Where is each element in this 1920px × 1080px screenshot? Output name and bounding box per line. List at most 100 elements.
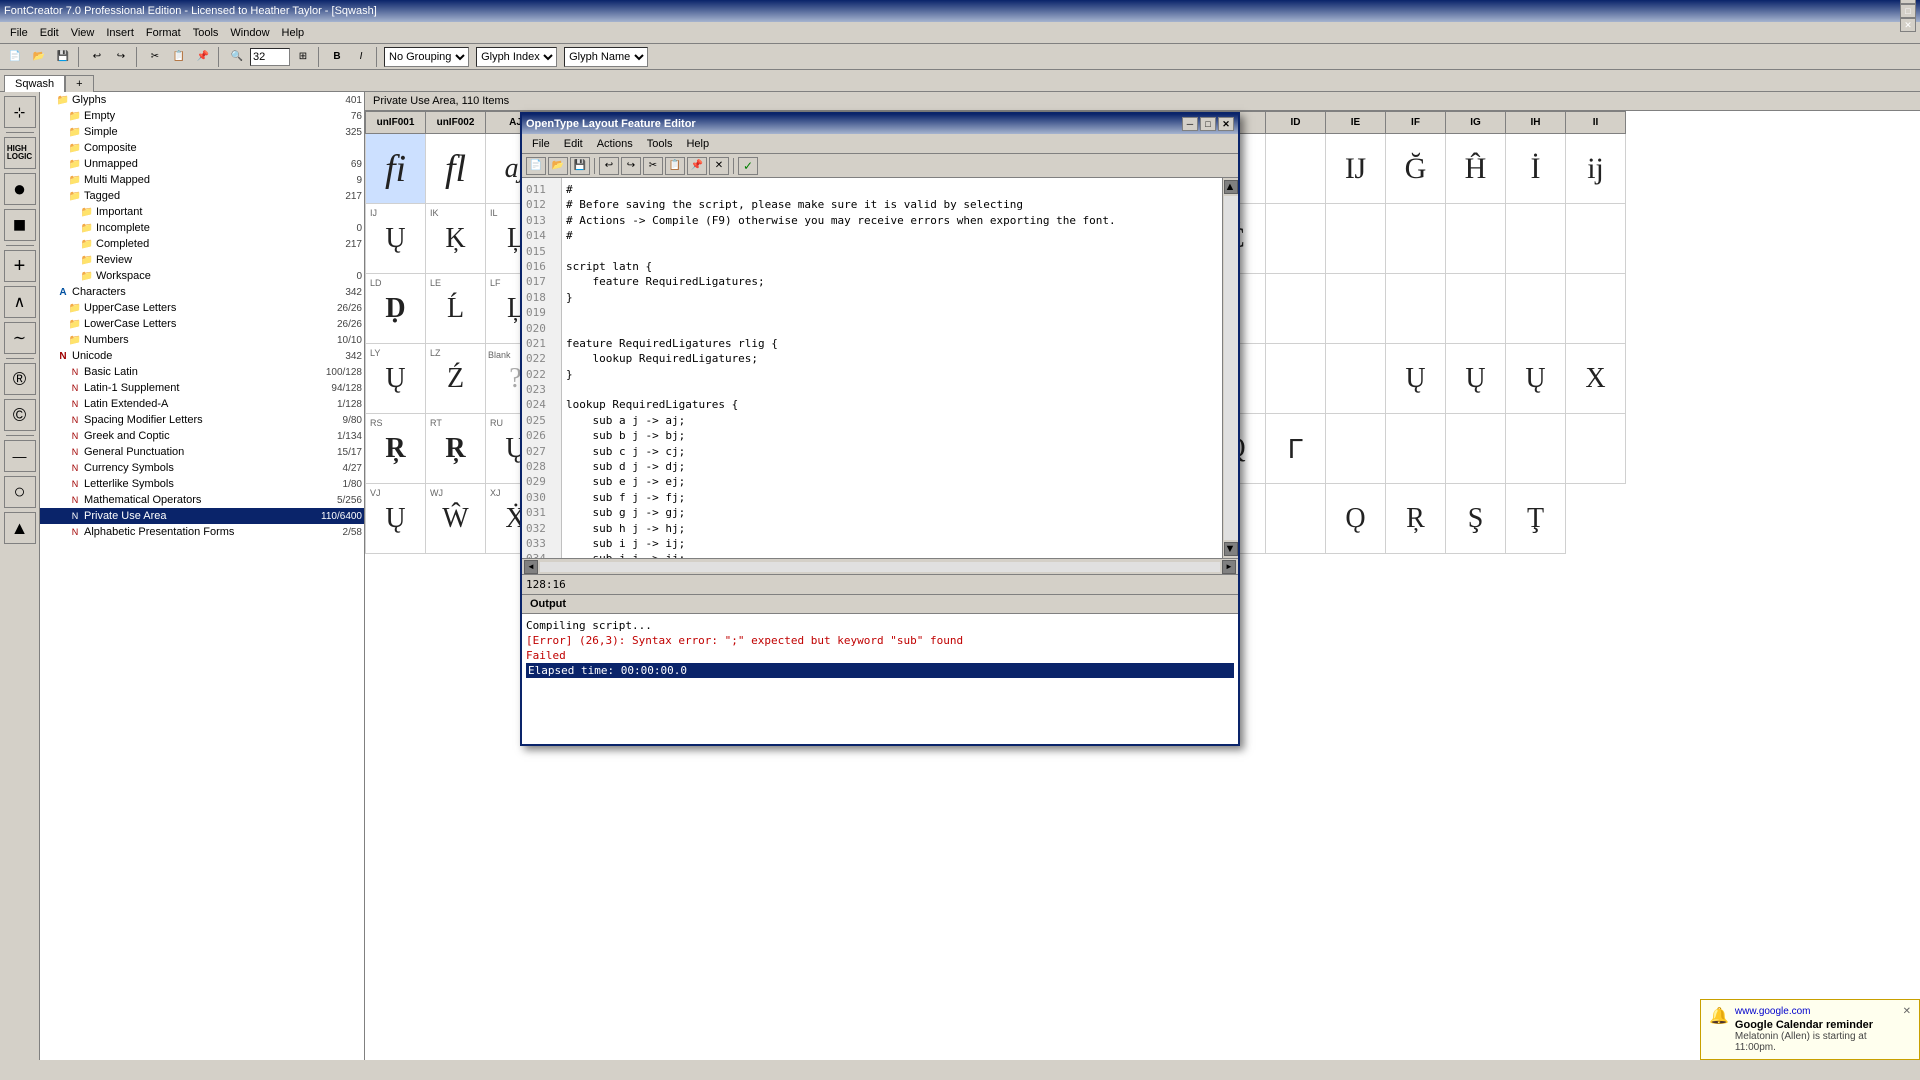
display-select[interactable]: Glyph Name bbox=[564, 47, 648, 67]
cell-II-r1[interactable]: ĳ bbox=[1566, 134, 1626, 204]
sidebar-item-characters[interactable]: A Characters 342 bbox=[40, 284, 364, 300]
cell-IG-r3[interactable] bbox=[1446, 274, 1506, 344]
grid-button[interactable]: ⊞ bbox=[292, 46, 314, 68]
italic-button[interactable]: I bbox=[350, 46, 372, 68]
sidebar-item-general-punct[interactable]: N General Punctuation 15/17 bbox=[40, 444, 364, 460]
cell-IG-r4[interactable]: Ų bbox=[1446, 344, 1506, 414]
cell-IG-r1[interactable]: Ĥ bbox=[1446, 134, 1506, 204]
ot-menu-help[interactable]: Help bbox=[680, 136, 715, 152]
open-button[interactable]: 📂 bbox=[28, 46, 50, 68]
sidebar-item-currency[interactable]: N Currency Symbols 4/27 bbox=[40, 460, 364, 476]
cell-LD[interactable]: LD Ḍ bbox=[366, 274, 426, 344]
ot-menu-actions[interactable]: Actions bbox=[591, 136, 639, 152]
ot-cut-btn[interactable]: ✂ bbox=[643, 157, 663, 175]
tool-square[interactable]: ■ bbox=[4, 209, 36, 241]
cell-II-r3[interactable] bbox=[1566, 274, 1626, 344]
cell-IF-r5[interactable] bbox=[1386, 414, 1446, 484]
tool-high[interactable]: HIGHLOGIC bbox=[4, 137, 36, 169]
ot-paste-btn[interactable]: 📌 bbox=[687, 157, 707, 175]
cell-II-r4[interactable]: X bbox=[1566, 344, 1626, 414]
cell-ID-r3[interactable] bbox=[1266, 274, 1326, 344]
cell-IE-r3[interactable] bbox=[1326, 274, 1386, 344]
tool-select[interactable]: ⊹ bbox=[4, 96, 36, 128]
sidebar-item-workspace[interactable]: 📁 Workspace 0 bbox=[40, 268, 364, 284]
ot-new-btn[interactable]: 📄 bbox=[526, 157, 546, 175]
redo-button[interactable]: ↪ bbox=[110, 46, 132, 68]
sidebar-item-spacing-modifier[interactable]: N Spacing Modifier Letters 9/80 bbox=[40, 412, 364, 428]
menu-view[interactable]: View bbox=[65, 25, 101, 41]
sidebar-item-uppercase[interactable]: 📁 UpperCase Letters 26/26 bbox=[40, 300, 364, 316]
cell-IE-r1[interactable]: Ĳ bbox=[1326, 134, 1386, 204]
zoom-in-button[interactable]: 🔍 bbox=[226, 46, 248, 68]
menu-help[interactable]: Help bbox=[276, 25, 311, 41]
tool-plus[interactable]: + bbox=[4, 250, 36, 282]
copy-button[interactable]: 📋 bbox=[168, 46, 190, 68]
sidebar-item-completed[interactable]: 📁 Completed 217 bbox=[40, 236, 364, 252]
menu-insert[interactable]: Insert bbox=[100, 25, 140, 41]
sidebar-item-greek[interactable]: N Greek and Coptic 1/134 bbox=[40, 428, 364, 444]
ot-save-btn[interactable]: 💾 bbox=[570, 157, 590, 175]
sidebar-item-multimapped[interactable]: 📁 Multi Mapped 9 bbox=[40, 172, 364, 188]
cell-IF-r2[interactable] bbox=[1386, 204, 1446, 274]
sidebar-item-empty[interactable]: 📁 Empty 76 bbox=[40, 108, 364, 124]
cell-RS[interactable]: RS Ŗ bbox=[366, 414, 426, 484]
sidebar-item-unmapped[interactable]: 📁 Unmapped 69 bbox=[40, 156, 364, 172]
ot-menu-file[interactable]: File bbox=[526, 136, 556, 152]
ot-menu-edit[interactable]: Edit bbox=[558, 136, 589, 152]
cell-II-r2[interactable] bbox=[1566, 204, 1626, 274]
cell-IK-r2[interactable]: IK Ķ bbox=[426, 204, 486, 274]
menu-window[interactable]: Window bbox=[224, 25, 275, 41]
sidebar-item-simple[interactable]: 📁 Simple 325 bbox=[40, 124, 364, 140]
bold-button[interactable]: B bbox=[326, 46, 348, 68]
cut-button[interactable]: ✂ bbox=[144, 46, 166, 68]
cell-IG-r2[interactable] bbox=[1446, 204, 1506, 274]
ot-undo-btn[interactable]: ↩ bbox=[599, 157, 619, 175]
cell-uniF001[interactable]: fi bbox=[366, 134, 426, 204]
sidebar-item-tagged[interactable]: 📁 Tagged 217 bbox=[40, 188, 364, 204]
sidebar-item-numbers[interactable]: 📁 Numbers 10/10 bbox=[40, 332, 364, 348]
ot-code-editor[interactable]: # # Before saving the script, please mak… bbox=[562, 178, 1222, 558]
ot-delete-btn[interactable]: ✕ bbox=[709, 157, 729, 175]
cell-VJ[interactable]: VJ Ų bbox=[366, 484, 426, 554]
font-size-input[interactable]: 32 bbox=[250, 48, 290, 66]
sidebar-item-latin1-supplement[interactable]: N Latin-1 Supplement 94/128 bbox=[40, 380, 364, 396]
notif-close-button[interactable]: ✕ bbox=[1903, 1006, 1911, 1017]
cell-IJ-r2[interactable]: IJ Ų bbox=[366, 204, 426, 274]
cell-ID-r4[interactable] bbox=[1266, 344, 1326, 414]
paste-button[interactable]: 📌 bbox=[192, 46, 214, 68]
tab-sqwash[interactable]: Sqwash bbox=[4, 75, 65, 92]
cell-LY[interactable]: LY Ų bbox=[366, 344, 426, 414]
menu-format[interactable]: Format bbox=[140, 25, 187, 41]
sidebar-item-lowercase[interactable]: 📁 LowerCase Letters 26/26 bbox=[40, 316, 364, 332]
sidebar-item-review[interactable]: 📁 Review bbox=[40, 252, 364, 268]
ot-maximize-button[interactable]: □ bbox=[1200, 117, 1216, 131]
tool-dash[interactable]: — bbox=[4, 440, 36, 472]
tool-circle-c[interactable]: © bbox=[4, 399, 36, 431]
tool-tilde[interactable]: ∼ bbox=[4, 322, 36, 354]
maximize-button[interactable]: □ bbox=[1900, 4, 1916, 18]
cell-IG-r5[interactable] bbox=[1446, 414, 1506, 484]
sidebar-item-important[interactable]: 📁 Important bbox=[40, 204, 364, 220]
cell-LE[interactable]: LE Ĺ bbox=[426, 274, 486, 344]
menu-tools[interactable]: Tools bbox=[187, 25, 225, 41]
cell-IH-r4[interactable]: Ų bbox=[1506, 344, 1566, 414]
cell-IF-r3[interactable] bbox=[1386, 274, 1446, 344]
ot-verify-btn[interactable]: ✓ bbox=[738, 157, 758, 175]
sidebar-item-alphabetic[interactable]: N Alphabetic Presentation Forms 2/58 bbox=[40, 524, 364, 540]
grouping-select[interactable]: No Grouping bbox=[384, 47, 469, 67]
cell-IF-r6[interactable]: Ŗ bbox=[1386, 484, 1446, 554]
ot-scrollbar[interactable]: ▲ ▼ bbox=[1222, 178, 1238, 558]
menu-edit[interactable]: Edit bbox=[34, 25, 65, 41]
sidebar-item-incomplete[interactable]: 📁 Incomplete 0 bbox=[40, 220, 364, 236]
ot-minimize-button[interactable]: ─ bbox=[1182, 117, 1198, 131]
tool-empty-circle[interactable]: ○ bbox=[4, 476, 36, 508]
cell-LZ[interactable]: LZ Ź bbox=[426, 344, 486, 414]
sidebar-item-composite[interactable]: 📁 Composite bbox=[40, 140, 364, 156]
cell-RT[interactable]: RT Ŗ bbox=[426, 414, 486, 484]
sidebar-item-private-use[interactable]: N Private Use Area 110/6400 bbox=[40, 508, 364, 524]
cell-II-r5[interactable] bbox=[1566, 414, 1626, 484]
ot-copy-btn[interactable]: 📋 bbox=[665, 157, 685, 175]
tool-triangle[interactable]: ▲ bbox=[4, 512, 36, 544]
cell-ID-r6[interactable] bbox=[1266, 484, 1326, 554]
sidebar-item-glyphs[interactable]: 📁 Glyphs 401 bbox=[40, 92, 364, 108]
